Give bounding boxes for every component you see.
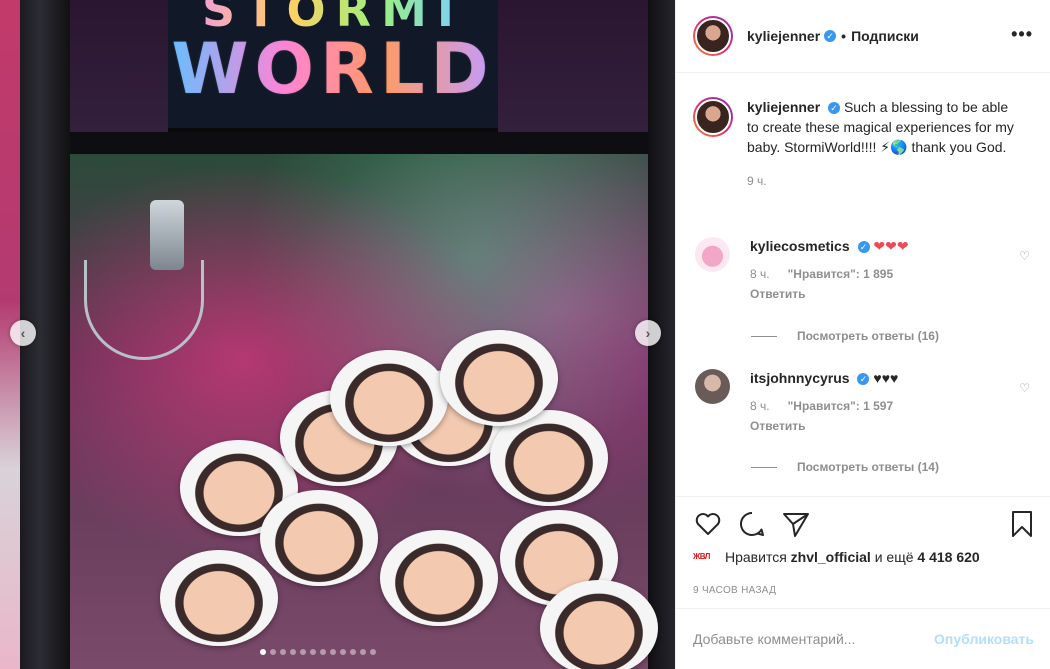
commenter-avatar[interactable] — [695, 237, 730, 272]
carousel-dot — [270, 649, 276, 655]
face-pillow — [160, 550, 278, 646]
share-icon[interactable] — [781, 509, 811, 539]
comment-like-heart-icon[interactable]: ♡ — [1019, 381, 1030, 395]
comments-list[interactable]: kyliejenner ✓ Such a blessing to be able… — [676, 73, 1050, 496]
view-replies-button[interactable]: Посмотреть ответы (16) — [751, 329, 939, 343]
liker-logo: ЖВЛ — [693, 552, 710, 561]
comment-likes[interactable]: "Нравится": 1 597 — [788, 397, 894, 415]
author-avatar[interactable] — [693, 16, 733, 56]
publish-button[interactable]: Опубликовать — [934, 631, 1034, 647]
commenter-username[interactable]: kyliecosmetics — [750, 238, 850, 254]
carousel-dot — [340, 649, 346, 655]
verified-badge-icon: ✓ — [857, 241, 870, 254]
carousel-indicator — [260, 649, 376, 655]
likes-summary: ЖВЛ Нравится zhvl_official и ещё 4 418 6… — [693, 549, 980, 565]
likes-prefix: Нравится — [725, 549, 787, 565]
face-pillow — [260, 490, 378, 586]
likes-count[interactable]: 4 418 620 — [917, 549, 979, 565]
instagram-post-modal: STORMI WORLD ‹ › kyliejenner ✓ • Подписк… — [0, 0, 1050, 669]
post-timestamp[interactable]: 9 ЧАСОВ НАЗАД — [693, 585, 776, 596]
comment-time[interactable]: 8 ч. — [750, 397, 770, 415]
header-separator: • — [841, 28, 847, 44]
face-pillow — [330, 350, 448, 446]
caption-avatar[interactable] — [693, 97, 733, 137]
carousel-dot — [350, 649, 356, 655]
post-media[interactable]: STORMI WORLD ‹ › — [0, 0, 675, 669]
reply-button[interactable]: Ответить — [750, 417, 990, 435]
author-username[interactable]: kyliejenner — [747, 28, 820, 44]
comment-meta: 8 ч. "Нравится": 1 597 — [750, 397, 990, 415]
face-pillow — [440, 330, 558, 426]
carousel-prev-button[interactable]: ‹ — [10, 320, 36, 346]
replies-divider — [751, 335, 777, 337]
carousel-dot — [310, 649, 316, 655]
post-header: kyliejenner ✓ • Подписки ••• — [676, 0, 1050, 73]
sign-line-2: WORLD — [171, 28, 495, 110]
comment-item: kyliecosmetics ✓ ❤❤❤ 8 ч. "Нравится": 1 … — [693, 237, 1038, 303]
neon-sign: STORMI WORLD — [168, 0, 498, 132]
add-comment-bar: Опубликовать — [676, 608, 1050, 669]
comment-text: ❤❤❤ — [873, 238, 909, 254]
caption: kyliejenner ✓ Such a blessing to be able… — [693, 97, 1038, 191]
comment-time[interactable]: 8 ч. — [750, 265, 770, 283]
carousel-dot — [330, 649, 336, 655]
commenter-username[interactable]: itsjohnnycyrus — [750, 370, 850, 386]
carousel-dot — [300, 649, 306, 655]
carousel-next-button[interactable]: › — [635, 320, 661, 346]
face-pillow — [380, 530, 498, 626]
action-icons — [693, 509, 1038, 541]
chevron-left-icon: ‹ — [20, 325, 26, 341]
verified-badge-icon: ✓ — [824, 30, 837, 42]
more-options-icon[interactable]: ••• — [1011, 24, 1033, 45]
header-text: kyliejenner ✓ • Подписки — [747, 28, 919, 44]
caption-time[interactable]: 9 ч. — [747, 171, 1022, 191]
reply-button[interactable]: Ответить — [750, 285, 990, 303]
likes-and: и ещё — [874, 549, 914, 565]
comment-like-heart-icon[interactable]: ♡ — [1019, 249, 1030, 263]
comment-body: kyliecosmetics ✓ ❤❤❤ 8 ч. "Нравится": 1 … — [750, 237, 990, 303]
view-replies-label: Посмотреть ответы (16) — [797, 329, 939, 343]
comment-body: itsjohnnycyrus ✓ ♥♥♥ 8 ч. "Нравится": 1 … — [750, 369, 990, 435]
commenter-avatar[interactable] — [695, 369, 730, 404]
face-pillow — [540, 580, 658, 669]
comment-likes[interactable]: "Нравится": 1 895 — [788, 265, 894, 283]
caption-body: kyliejenner ✓ Such a blessing to be able… — [747, 97, 1022, 191]
replies-divider — [751, 466, 777, 468]
carousel-dot — [260, 649, 266, 655]
machine-top-bar — [70, 132, 648, 154]
view-replies-label: Посмотреть ответы (14) — [797, 460, 939, 474]
carousel-dot — [370, 649, 376, 655]
comment-icon[interactable] — [737, 509, 767, 539]
comment-text: ♥♥♥ — [873, 370, 899, 386]
add-comment-input[interactable] — [693, 631, 913, 647]
carousel-dot — [360, 649, 366, 655]
liked-by-user[interactable]: zhvl_official — [791, 549, 871, 565]
following-button[interactable]: Подписки — [851, 28, 919, 44]
comment-meta: 8 ч. "Нравится": 1 895 — [750, 265, 990, 283]
save-bookmark-icon[interactable] — [1007, 509, 1037, 539]
verified-badge-icon: ✓ — [828, 102, 841, 115]
verified-badge-icon: ✓ — [857, 373, 870, 386]
post-side-panel: kyliejenner ✓ • Подписки ••• kyliejenner… — [675, 0, 1050, 669]
carousel-dot — [320, 649, 326, 655]
heart-icon[interactable] — [693, 509, 723, 539]
post-actions: ЖВЛ Нравится zhvl_official и ещё 4 418 6… — [676, 496, 1050, 608]
view-replies-button[interactable]: Посмотреть ответы (14) — [751, 460, 939, 474]
carousel-dot — [280, 649, 286, 655]
chevron-right-icon: › — [645, 325, 651, 341]
comment-item: itsjohnnycyrus ✓ ♥♥♥ 8 ч. "Нравится": 1 … — [693, 369, 1038, 435]
caption-username[interactable]: kyliejenner — [747, 99, 820, 115]
carousel-dot — [290, 649, 296, 655]
pillow-pile — [160, 330, 660, 669]
